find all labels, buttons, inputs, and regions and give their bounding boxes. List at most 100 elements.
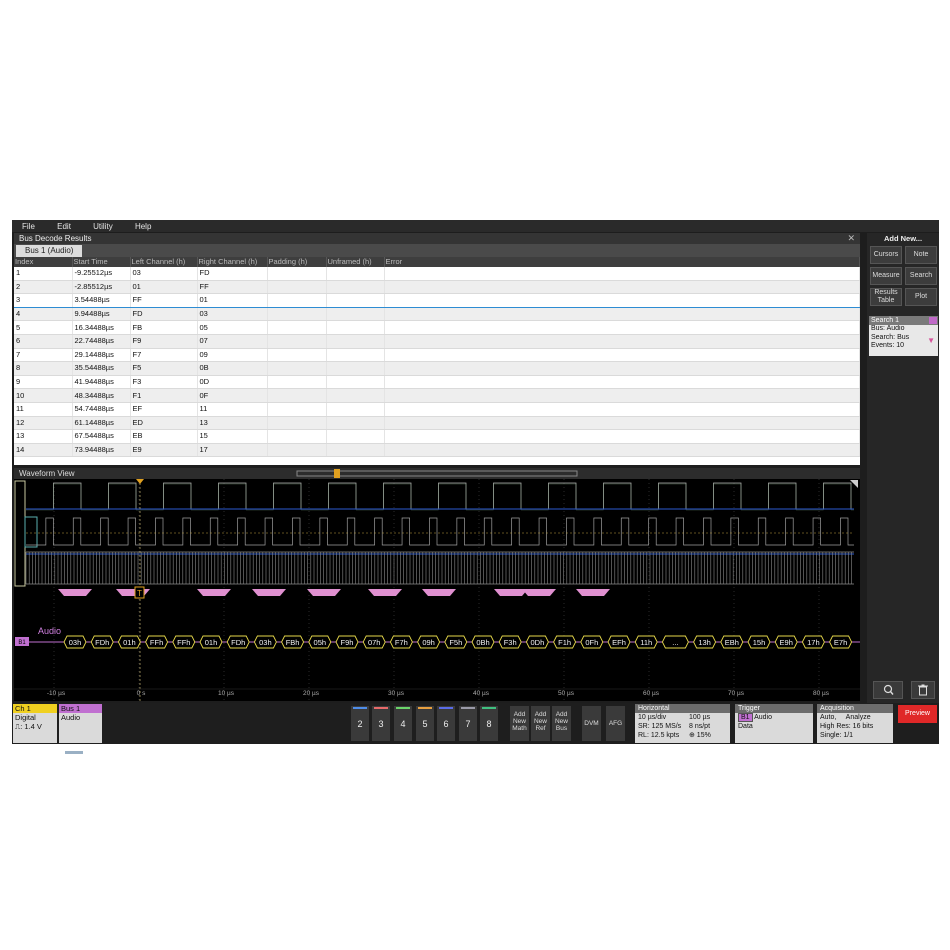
measure-button[interactable]: Measure xyxy=(870,267,902,285)
table-cell: 41.94488µs xyxy=(72,375,131,390)
search-mark xyxy=(422,589,456,596)
zoom-overview-bar[interactable] xyxy=(14,468,860,479)
table-row[interactable]: 14 73.94488µs E9 17 xyxy=(14,443,860,458)
acquisition-badge[interactable]: Acquisition Auto, Analyze High Res: 16 b… xyxy=(817,704,893,743)
channel-5-button[interactable]: 5 xyxy=(416,706,434,741)
channel-4-button[interactable]: 4 xyxy=(394,706,412,741)
bus-packet-label: F1h xyxy=(558,638,571,647)
table-row[interactable]: 6 22.74488µs F9 07 xyxy=(14,334,860,349)
table-cell xyxy=(267,334,327,349)
col-padding[interactable]: Padding (h) xyxy=(267,257,327,267)
time-axis-label: 0 s xyxy=(137,690,146,697)
bus-packet-label: 0Bh xyxy=(476,638,489,647)
search-button[interactable]: Search xyxy=(905,267,937,285)
horizontal-scale: 10 µs/div xyxy=(638,714,667,721)
table-cell: 12 xyxy=(14,416,73,431)
add-new-ref-button[interactable]: Add New Ref xyxy=(531,706,550,741)
table-cell: 4 xyxy=(14,307,73,322)
search-mark xyxy=(576,589,610,596)
search-mark xyxy=(58,589,92,596)
add-new-label: Add New... xyxy=(883,234,923,243)
table-cell: 54.74488µs xyxy=(72,402,131,417)
table-cell xyxy=(326,280,385,295)
table-cell: 8 xyxy=(14,361,73,376)
channel-3-button[interactable]: 3 xyxy=(372,706,390,741)
search1-badge[interactable]: Search 1 Bus: Audio Search: Bus Events: … xyxy=(869,316,938,356)
table-row[interactable]: 7 29.14488µs F7 09 xyxy=(14,348,860,363)
afg-button[interactable]: AFG xyxy=(606,706,625,741)
table-cell xyxy=(326,348,385,363)
table-row[interactable]: 9 41.94488µs F3 0D xyxy=(14,375,860,390)
channel-label-box xyxy=(24,516,38,548)
dvm-button[interactable]: DVM xyxy=(582,706,601,741)
table-row[interactable]: 12 61.14488µs ED 13 xyxy=(14,416,860,431)
table-cell xyxy=(326,402,385,417)
table-cell: 29.14488µs xyxy=(72,348,131,363)
zoom-icon[interactable] xyxy=(873,681,903,699)
table-cell xyxy=(384,267,860,281)
results-table-button[interactable]: Results Table xyxy=(870,288,902,306)
table-cell: 09 xyxy=(197,348,268,363)
add-bus-l3: Bus xyxy=(555,725,568,732)
note-button[interactable]: Note xyxy=(905,246,937,264)
plot-button[interactable]: Plot xyxy=(905,288,937,306)
acquisition-resolution: High Res: 16 bits xyxy=(820,723,874,730)
add-new-bus-button[interactable]: Add New Bus xyxy=(552,706,571,741)
table-cell xyxy=(326,293,385,308)
col-left-channel[interactable]: Left Channel (h) xyxy=(130,257,198,267)
waveform-view-header: Waveform View xyxy=(14,468,860,479)
add-new-math-button[interactable]: Add New Math xyxy=(510,706,529,741)
close-icon[interactable]: ✕ xyxy=(847,233,855,244)
table-cell: 11 xyxy=(197,402,268,417)
channel-6-button[interactable]: 6 xyxy=(437,706,455,741)
col-error[interactable]: Error xyxy=(384,257,860,267)
table-cell: -9.25512µs xyxy=(72,267,131,281)
table-row[interactable]: 13 67.54488µs EB 15 xyxy=(14,429,860,444)
search-mark xyxy=(368,589,402,596)
menu-help[interactable]: Help xyxy=(125,220,161,232)
channel-color-stripe xyxy=(439,707,453,709)
zoom-window-handle[interactable] xyxy=(334,469,340,478)
menu-edit[interactable]: Edit xyxy=(47,220,81,232)
trash-icon[interactable] xyxy=(911,681,935,699)
trigger-type: Audio xyxy=(754,714,773,721)
side-panel: Add New... Cursors Note Measure Search R… xyxy=(867,233,939,703)
search-mark xyxy=(116,589,150,596)
table-cell: 01 xyxy=(130,280,198,295)
channel-2-button[interactable]: 2 xyxy=(351,706,369,741)
channel-8-button[interactable]: 8 xyxy=(480,706,498,741)
tab-bus1-audio[interactable]: Bus 1 (Audio) xyxy=(16,245,83,257)
table-row[interactable]: 10 48.34488µs F1 0F xyxy=(14,388,860,403)
preview-button[interactable]: Preview xyxy=(898,705,937,723)
bus-packet-label: F3h xyxy=(504,638,517,647)
trigger-badge[interactable]: Trigger B1 Audio Data xyxy=(735,704,813,743)
cursors-button[interactable]: Cursors xyxy=(870,246,902,264)
menu-utility[interactable]: Utility xyxy=(83,220,123,232)
table-row[interactable]: 3 3.54488µs FF 01 xyxy=(14,293,860,308)
channel-7-button[interactable]: 7 xyxy=(459,706,477,741)
col-start-time[interactable]: Start Time xyxy=(72,257,131,267)
acquisition-mode: Auto, Analyze xyxy=(820,714,871,721)
table-row[interactable]: 1 -9.25512µs 03 FD xyxy=(14,267,860,281)
col-index[interactable]: Index xyxy=(14,257,73,267)
table-row[interactable]: 8 35.54488µs F5 0B xyxy=(14,361,860,376)
table-cell xyxy=(384,348,860,363)
col-right-channel[interactable]: Right Channel (h) xyxy=(197,257,268,267)
bus1-badge[interactable]: Bus 1 Audio xyxy=(59,704,102,743)
table-cell: E9 xyxy=(130,443,198,458)
horizontal-badge[interactable]: Horizontal 10 µs/div 100 µs SR: 125 MS/s 8… xyxy=(635,704,730,743)
table-cell: FD xyxy=(130,307,198,322)
table-row[interactable]: 4 9.94488µs FD 03 xyxy=(14,307,860,322)
table-cell: 0B xyxy=(197,361,268,376)
table-row[interactable]: 5 16.34488µs FB 05 xyxy=(14,320,860,335)
channel-color-stripe xyxy=(482,707,496,709)
col-unframed[interactable]: Unframed (h) xyxy=(326,257,385,267)
bottom-bar: Ch 1 Digital ⎍: 1.4 V Bus 1 Audio 2 3 4 5 6 7… xyxy=(12,703,939,744)
ch1-badge[interactable]: Ch 1 Digital ⎍: 1.4 V xyxy=(13,704,57,743)
table-row[interactable]: 2 -2.85512µs 01 FF xyxy=(14,280,860,295)
table-cell: 0F xyxy=(197,388,268,403)
table-cell xyxy=(384,402,860,417)
table-row[interactable]: 11 54.74488µs EF 11 xyxy=(14,402,860,417)
menu-file[interactable]: File xyxy=(12,220,45,232)
waveform-display[interactable]: T Audio B1 03h FDh 01h FFh FFh 01h FDh 03h FBh 05h F9… xyxy=(14,479,860,701)
